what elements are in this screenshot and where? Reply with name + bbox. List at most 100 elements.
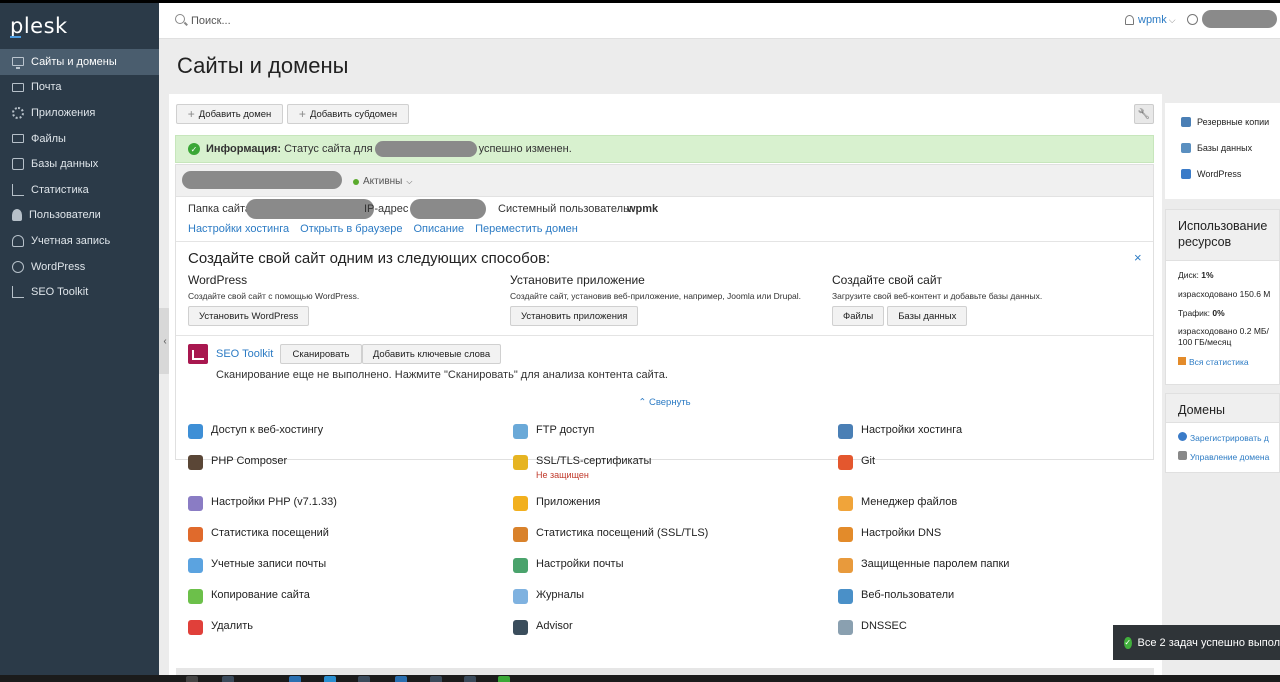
create-option-button[interactable]: Установить WordPress [188,306,310,326]
globe-icon[interactable] [1187,14,1198,25]
manage-domains-link[interactable]: Управление домена [1178,451,1269,462]
sidebar-item[interactable]: Сайты и домены [0,49,159,75]
tool-icon [513,620,528,635]
sidebar-item[interactable]: Пользователи [0,203,159,229]
domain-link[interactable]: Описание [413,223,464,235]
user-icon [1125,15,1134,25]
tool-item[interactable]: Удалить [188,620,253,635]
tool-item[interactable]: Настройки хостинга [838,424,962,439]
seo-toolkit-icon [188,344,208,364]
domain-link[interactable]: Настройки хостинга [188,223,289,235]
check-icon: ✓ [188,143,200,155]
quick-link-label: WordPress [1197,169,1242,179]
quick-link[interactable]: Резервные копии [1181,117,1269,127]
user-menu[interactable]: wpmk ⌵ [1125,14,1176,26]
sidebar-item[interactable]: SEO Toolkit [0,279,159,305]
tool-text: SSL/TLS-сертификаты Не защищен [536,455,651,480]
sidebar-item[interactable]: Статистика [0,177,159,203]
plesk-logo[interactable]: plesk [0,3,159,49]
tool-item[interactable]: Настройки DNS [838,527,941,542]
tool-item[interactable]: Защищенные паролем папки [838,558,1009,573]
task-toast[interactable]: ✓ Все 2 задач успешно выпол [1113,625,1280,660]
tool-item[interactable]: Приложения [513,496,600,511]
domain-link[interactable]: Переместить домен [475,223,578,235]
taskbar-app[interactable] [186,676,198,682]
taskbar-app[interactable] [358,676,370,682]
tool-item[interactable]: Настройки почты [513,558,624,573]
resources-title-text: Использование ресурсов [1178,219,1268,249]
create-option-button[interactable]: Установить приложения [510,306,639,326]
search-input[interactable] [191,12,591,30]
sidebar-item[interactable]: Базы данных [0,151,159,177]
quick-link-icon [1181,169,1191,179]
wordpress-icon [12,260,24,273]
tool-item[interactable]: DNSSEC [838,620,907,635]
info-message: ✓ Информация: Статус сайта для успешно и… [175,135,1154,163]
domains-card: Домены Зарегистрировать д Управление дом… [1165,393,1280,473]
tool-item[interactable]: Журналы [513,589,584,604]
tool-item[interactable]: PHP Composer [188,455,287,470]
domain-status[interactable]: Активны ⌵ [353,176,412,187]
tool-item[interactable]: SSL/TLS-сертификаты Не защищен [513,455,651,480]
scan-button[interactable]: Сканировать [280,344,362,364]
tool-icon [838,558,853,573]
database-icon [12,158,24,171]
tool-label: Учетные записи почты [211,558,327,570]
collapse-link[interactable]: ⌃ Свернуть [176,397,1153,408]
plus-icon: + [187,107,195,121]
tool-item[interactable]: Advisor [513,620,573,635]
tool-label: SSL/TLS-сертификаты [536,455,652,467]
all-stats-link[interactable]: Вся статистика [1178,357,1249,367]
create-option-button[interactable]: Файлы [832,306,885,326]
tool-text: DNSSEC [861,620,907,632]
add-domain-button[interactable]: + Добавить домен [176,104,283,124]
tool-item[interactable]: Статистика посещений (SSL/TLS) [513,527,708,542]
tool-item[interactable]: Копирование сайта [188,589,310,604]
tool-text: Доступ к веб-хостингу [211,424,323,436]
tool-icon [188,558,203,573]
tool-label: Настройки PHP (v7.1.33) [211,496,337,508]
add-keywords-button[interactable]: Добавить ключевые слова [362,344,501,364]
taskbar-app[interactable] [395,676,407,682]
tool-item[interactable]: Веб-пользователи [838,589,954,604]
seo-toolkit-link[interactable]: SEO Toolkit [216,348,273,360]
tool-item[interactable]: Менеджер файлов [838,496,957,511]
resources-card: Использование ресурсов Диск: 1% израсход… [1165,209,1280,385]
tool-item[interactable]: FTP доступ [513,424,594,439]
sidebar-item-label: WordPress [31,260,86,273]
tool-item[interactable]: Учетные записи почты [188,558,326,573]
domain-link[interactable]: Открыть в браузере [300,223,402,235]
taskbar-app[interactable] [289,676,301,682]
sidebar-item[interactable]: Приложения [0,100,159,126]
tool-item[interactable]: Настройки PHP (v7.1.33) [188,496,337,511]
taskbar-app[interactable] [324,676,336,682]
quick-link[interactable]: Базы данных [1181,143,1252,153]
sidebar-item[interactable]: Почта [0,75,159,101]
create-option-button[interactable]: Базы данных [887,306,968,326]
wrench-button[interactable]: 🔧 [1134,104,1154,124]
quick-link[interactable]: WordPress [1181,169,1241,179]
sidebar-item[interactable]: Файлы [0,126,159,152]
tool-icon [513,558,528,573]
taskbar-app[interactable] [498,676,510,682]
folder-label: Папка сайта [188,203,252,215]
create-option: Создайте свой сайт Загрузите свой веб-кон… [832,273,1042,326]
sidebar-item[interactable]: WordPress [0,254,159,280]
quick-link-label: Резервные копии [1197,117,1270,127]
sidebar-item[interactable]: Учетная запись [0,228,159,254]
taskbar-app[interactable] [222,676,234,682]
tool-item[interactable]: Статистика посещений [188,527,329,542]
tool-item[interactable]: Доступ к веб-хостингу [188,424,323,439]
disk-value: 1% [1201,270,1214,280]
tool-item[interactable]: Git [838,455,875,470]
tool-text: Удалить [211,620,253,632]
taskbar-app[interactable] [430,676,442,682]
sidebar-item-label: Учетная запись [31,234,111,247]
sidebar-item-label: SEO Toolkit [31,286,89,299]
register-domain-link[interactable]: Зарегистрировать д [1178,432,1269,443]
add-subdomain-button[interactable]: + Добавить субдомен [287,104,409,124]
sysuser-value: wpmk [627,203,659,215]
close-icon[interactable]: × [1134,250,1142,265]
taskbar-app[interactable] [464,676,476,682]
logo-text: plesk [10,14,68,38]
